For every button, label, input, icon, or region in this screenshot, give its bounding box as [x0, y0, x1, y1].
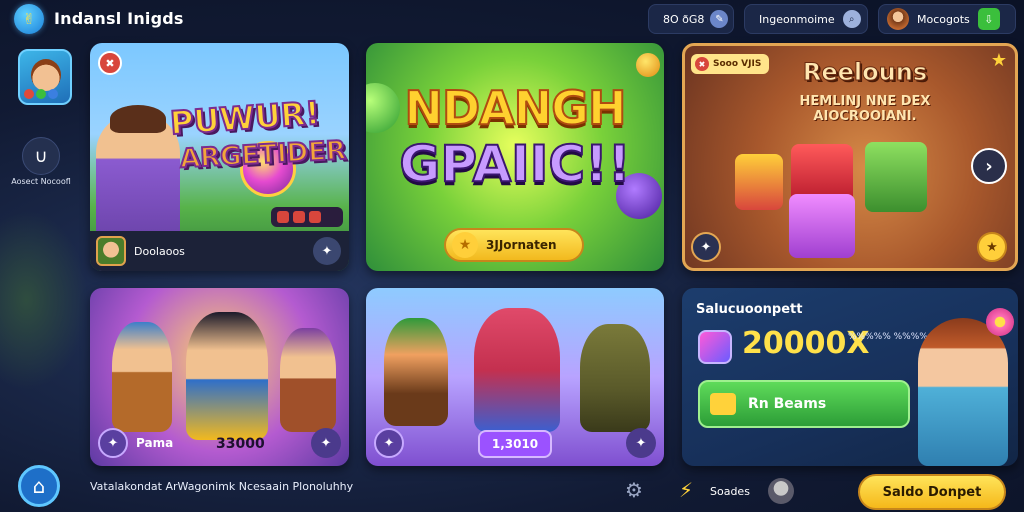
gift-box-image [735, 154, 783, 210]
coins-text: 8O ðG8 [663, 12, 705, 26]
character-image [280, 328, 336, 432]
sparkle-icon[interactable]: ✦ [374, 428, 404, 458]
featured-title-line2: GPAIIC!! [398, 134, 631, 194]
sparkle-icon[interactable]: ✦ [626, 428, 656, 458]
avatar [887, 8, 909, 30]
heroes-label: Pama [136, 436, 174, 450]
bottom-label: Soades [710, 485, 750, 498]
purple-cube-image [789, 194, 855, 258]
rail-item-label: Aosect Nocoofl [11, 177, 71, 186]
card-footer: Doolaoos ✦ [90, 231, 349, 271]
monsters-value[interactable]: 1,3010 [478, 430, 552, 458]
star-icon: ★ [990, 50, 1007, 71]
offer-card[interactable]: Salucuoonpett 20000X %%%%% %%%% Rn Beams [682, 288, 1018, 466]
rewards-tag: ✖ Sooo VJIS [691, 54, 769, 74]
offer-tag: %%%%% %%%% [848, 332, 928, 342]
character-image [474, 308, 560, 432]
close-icon[interactable]: ✖ [98, 51, 122, 75]
app-title: Indansl Inigds [54, 9, 184, 28]
sparkle-icon[interactable]: ✦ [311, 428, 341, 458]
card-chip [271, 207, 343, 227]
main-cta-button[interactable]: Saldo Donpet [858, 474, 1006, 510]
star-icon: ★ [452, 232, 478, 258]
game-card-heroes[interactable]: ✦ Pama 33000 ✦ [90, 288, 349, 466]
game-card-rewards[interactable]: ✖ Sooo VJIS ★ Reelouns HEMLINJ NNE DEX A… [682, 43, 1018, 271]
search-pill[interactable]: Ingeonmoime ⌕ [744, 4, 868, 34]
character-image [580, 324, 650, 432]
featured-cta-button[interactable]: ★ 3JJornaten [444, 228, 584, 262]
profile-pill[interactable]: Mocogots ⇩ [878, 4, 1016, 34]
game-card-adventure[interactable]: PUWUR! ARGETIDER ✖ Doolaoos ✦ [90, 43, 349, 271]
flower-icon [986, 308, 1014, 336]
home-icon[interactable]: ⌂ [18, 465, 60, 507]
character-image [112, 322, 172, 432]
game-thumbnail [96, 236, 126, 266]
featured-title-line1: NDANGH [403, 80, 627, 136]
game-card-featured[interactable]: NDANGH GPAIIC!! ★ 3JJornaten [366, 43, 664, 271]
gem-icon [698, 330, 732, 364]
green-creature-image [865, 142, 927, 212]
sparkle-icon[interactable]: ✦ [691, 232, 721, 262]
rewards-title: Reelouns [802, 58, 928, 87]
top-bar: ✌ Indansl Inigds 8O ðG8 ✎ Ingeonmoime ⌕ … [0, 0, 1024, 38]
gear-icon[interactable]: ⚙ [620, 476, 648, 504]
rail-magnet-icon[interactable]: ∪ [22, 137, 60, 175]
character-image [384, 318, 448, 426]
offer-title: Salucuoonpett [696, 302, 803, 317]
treasure-icon [710, 393, 736, 415]
card-footer-label: Doolaoos [134, 244, 185, 258]
search-text: Ingeonmoime [759, 12, 835, 26]
search-icon: ⌕ [842, 10, 861, 28]
avatar-face [31, 59, 61, 91]
rewards-tag-text: Sooo VJIS [713, 59, 762, 69]
featured-cta-label: 3JJornaten [486, 238, 557, 252]
edit-icon: ✎ [710, 10, 729, 28]
background-foliage [0, 210, 88, 390]
bottom-description: Vatalakondat ArWagonimk Ncesaain Plonolu… [90, 480, 354, 493]
avatar-status-dots [24, 89, 58, 99]
character-image [186, 312, 268, 440]
close-icon: ✖ [695, 57, 709, 71]
character-image [918, 318, 1008, 466]
sparkle-icon[interactable]: ✦ [313, 237, 341, 265]
star-icon[interactable]: ★ [977, 232, 1007, 262]
profile-name: Mocogots [917, 12, 970, 26]
player-avatar[interactable] [18, 49, 72, 105]
offer-button[interactable]: Rn Beams [698, 380, 910, 428]
game-card-monsters[interactable]: ✦ 1,3010 ✦ [366, 288, 664, 466]
card-title-line1: PUWUR! [168, 93, 322, 143]
bubble-decoration [636, 53, 660, 77]
coins-counter[interactable]: 8O ðG8 ✎ [648, 4, 734, 34]
next-arrow-icon[interactable]: › [971, 148, 1007, 184]
card-title-line2: ARGETIDER [178, 135, 347, 176]
rewards-subtitle: HEMLINJ NNE DEX AIOCROOIANI. [799, 94, 931, 124]
heroes-value: 33000 [216, 436, 265, 452]
sparkle-icon[interactable]: ✦ [98, 428, 128, 458]
bolt-icon[interactable]: ⚡ [672, 476, 700, 504]
app-logo-icon[interactable]: ✌ [14, 4, 44, 34]
offer-button-label: Rn Beams [748, 396, 827, 412]
download-icon[interactable]: ⇩ [977, 8, 1000, 30]
avatar[interactable] [768, 478, 794, 504]
